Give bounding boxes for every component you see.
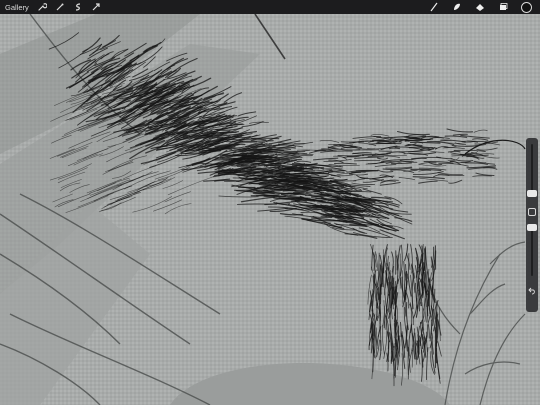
magic-wand-icon[interactable] xyxy=(55,2,65,12)
undo-icon[interactable] xyxy=(527,286,537,296)
drawing-canvas[interactable] xyxy=(0,14,540,405)
eraser-icon[interactable] xyxy=(475,2,485,12)
brush-icon[interactable] xyxy=(429,2,439,12)
top-toolbar: Gallery xyxy=(0,0,540,14)
toolbar-left-group: Gallery xyxy=(0,2,101,12)
opacity-thumb[interactable] xyxy=(527,224,537,231)
brush-size-slider[interactable] xyxy=(531,144,533,196)
selection-icon[interactable] xyxy=(73,2,83,12)
artwork xyxy=(0,14,540,405)
toolbar-right-group xyxy=(429,1,540,13)
color-picker-swatch[interactable] xyxy=(521,1,532,13)
smudge-icon[interactable] xyxy=(452,2,462,12)
wrench-icon[interactable] xyxy=(37,2,47,12)
transform-icon[interactable] xyxy=(91,2,101,12)
gallery-button[interactable]: Gallery xyxy=(5,3,29,12)
modify-square-icon[interactable] xyxy=(528,208,536,216)
brush-size-thumb[interactable] xyxy=(527,190,537,197)
side-slider-bar xyxy=(526,138,538,312)
layers-icon[interactable] xyxy=(498,2,508,12)
opacity-slider[interactable] xyxy=(531,224,533,276)
